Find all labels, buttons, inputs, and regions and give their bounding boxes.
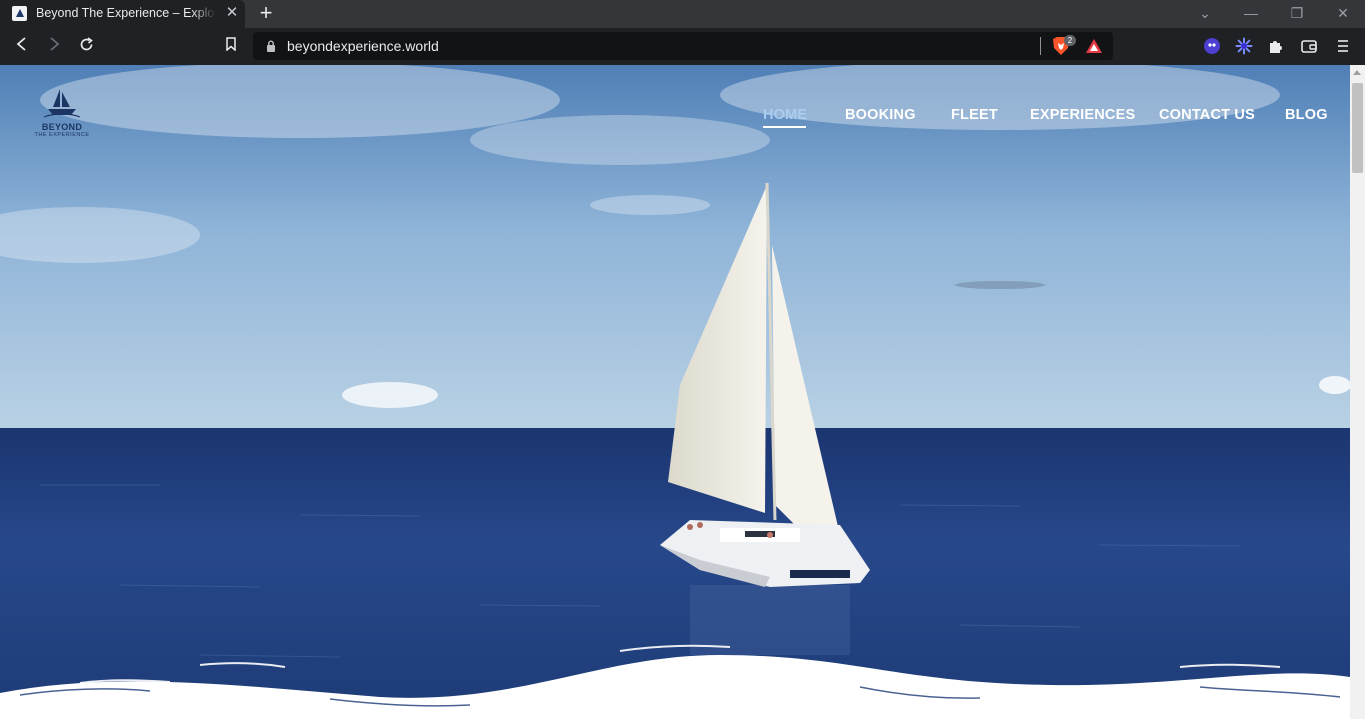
web-page: BEYOND THE EXPERIENCE HOME BOOKING FLEET… bbox=[0, 65, 1350, 719]
nav-fleet[interactable]: FLEET bbox=[951, 107, 998, 123]
nav-home[interactable]: HOME bbox=[763, 107, 807, 123]
site-favicon-icon bbox=[12, 6, 27, 21]
nav-active-underline bbox=[763, 126, 806, 128]
wallet-icon[interactable] bbox=[1300, 37, 1318, 55]
logo-title: BEYOND bbox=[41, 122, 83, 132]
restore-icon[interactable]: ❐ bbox=[1285, 2, 1309, 24]
scroll-thumb[interactable] bbox=[1352, 83, 1363, 173]
back-icon[interactable] bbox=[12, 37, 32, 57]
address-bar[interactable]: beyondexperience.world 2 bbox=[253, 32, 1113, 60]
url-text[interactable]: beyondexperience.world bbox=[287, 38, 439, 54]
page-scrollbar[interactable] bbox=[1350, 65, 1365, 719]
lock-icon[interactable] bbox=[266, 40, 276, 52]
nav-experiences[interactable]: EXPERIENCES bbox=[1030, 107, 1135, 123]
ghost-extension-icon[interactable] bbox=[1203, 37, 1221, 55]
tab-title: Beyond The Experience – Explore bbox=[36, 6, 216, 20]
tab-strip: Beyond The Experience – Explore ✕ + ⌄ — … bbox=[0, 0, 1365, 28]
browser-tab[interactable]: Beyond The Experience – Explore ✕ bbox=[0, 0, 245, 28]
nav-contact-us[interactable]: CONTACT US bbox=[1159, 107, 1255, 123]
logo-subtitle: THE EXPERIENCE bbox=[34, 132, 90, 138]
menu-icon[interactable] bbox=[1334, 37, 1352, 55]
close-window-icon[interactable]: ✕ bbox=[1331, 2, 1355, 24]
forward-icon[interactable] bbox=[44, 37, 64, 57]
close-tab-icon[interactable]: ✕ bbox=[224, 5, 240, 21]
nav-blog[interactable]: BLOG bbox=[1285, 107, 1328, 123]
minimize-icon[interactable]: — bbox=[1239, 2, 1263, 24]
sailboat-logo-icon bbox=[43, 89, 81, 118]
scroll-up-arrow-icon[interactable] bbox=[1353, 70, 1361, 75]
bookmark-icon[interactable] bbox=[221, 37, 241, 57]
site-logo[interactable]: BEYOND THE EXPERIENCE bbox=[34, 87, 90, 143]
shields-count-badge: 2 bbox=[1064, 35, 1076, 46]
nav-booking[interactable]: BOOKING bbox=[845, 107, 916, 123]
snowflake-extension-icon[interactable] bbox=[1235, 37, 1253, 55]
hero-image bbox=[0, 65, 1350, 719]
tab-search-chevron-icon[interactable]: ⌄ bbox=[1193, 2, 1217, 24]
reload-icon[interactable] bbox=[76, 37, 96, 57]
brave-rewards-icon[interactable] bbox=[1085, 38, 1103, 54]
url-divider bbox=[1040, 37, 1041, 55]
new-tab-button[interactable]: + bbox=[256, 2, 276, 24]
browser-toolbar: beyondexperience.world 2 bbox=[0, 28, 1365, 65]
puzzle-extensions-icon[interactable] bbox=[1267, 37, 1285, 55]
